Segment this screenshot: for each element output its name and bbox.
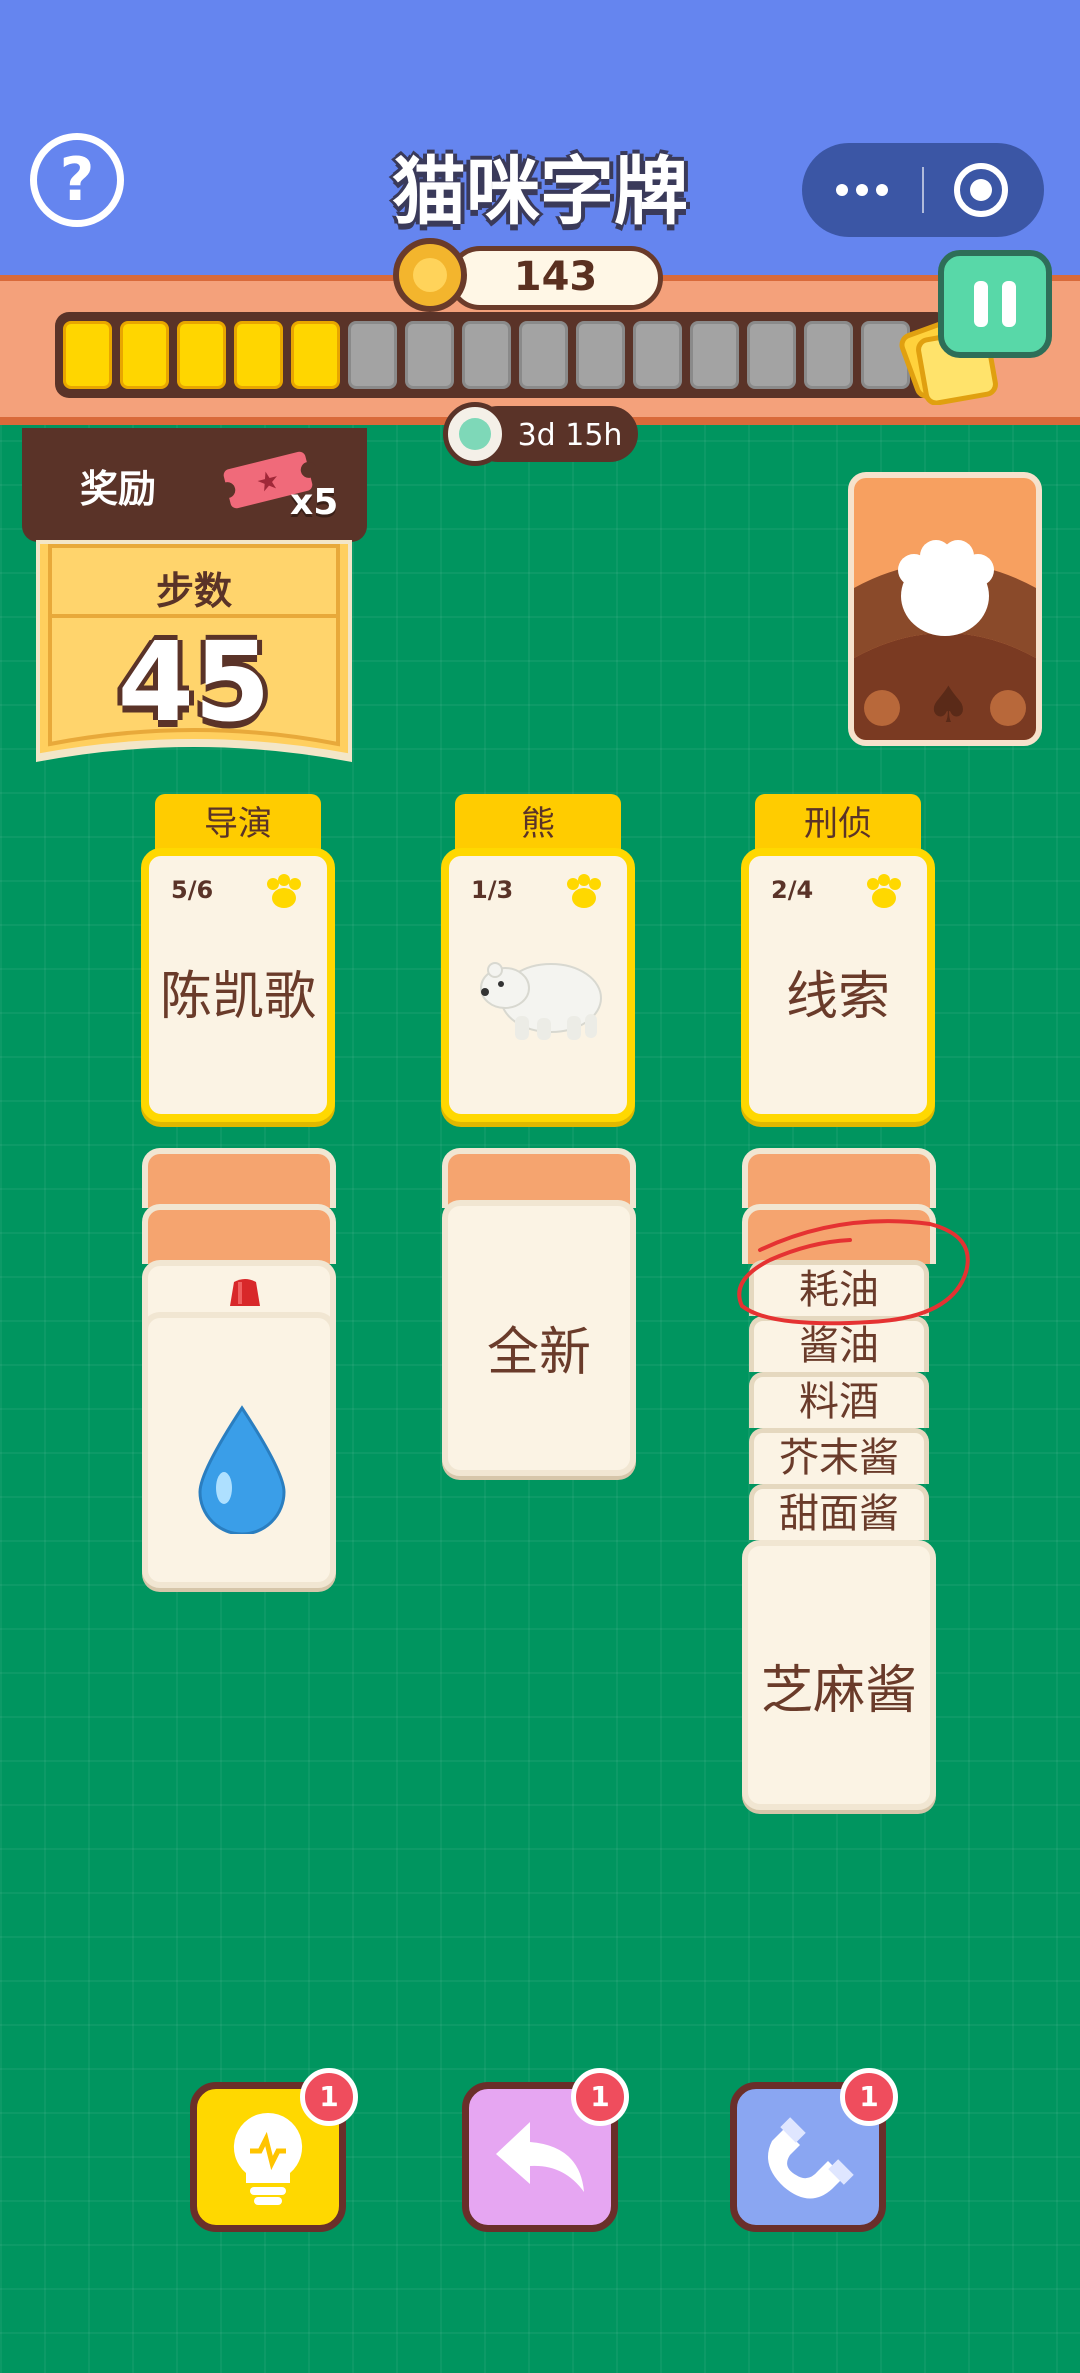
reward-label: 奖励 (80, 467, 157, 511)
stack-card[interactable]: 甜面酱 (749, 1484, 929, 1540)
help-icon: ? (59, 145, 95, 215)
progress-segment (690, 321, 739, 389)
miniapp-capsule (802, 143, 1044, 237)
card-text: 全新 (486, 1323, 591, 1383)
more-options-button[interactable] (802, 143, 922, 237)
card-text: 芝麻酱 (760, 1661, 917, 1721)
steps-label: 步数 (155, 569, 232, 613)
paw-icon (267, 874, 301, 908)
game-title: 猫咪字牌 (392, 149, 688, 235)
close-miniapp-button[interactable] (954, 163, 1008, 217)
face-down-card (142, 1148, 336, 1208)
progress-segment (462, 321, 511, 389)
progress-segment (747, 321, 796, 389)
reward-ticket-count: x5 (290, 482, 339, 523)
paw-icon (867, 874, 901, 908)
hint-count-badge: 1 (300, 2068, 358, 2126)
face-down-card (442, 1148, 636, 1208)
card-back-icon: ♠ (854, 478, 1036, 740)
progress-segment (405, 321, 454, 389)
foundation-category-3: 刑侦 (755, 794, 921, 856)
progress-segment (234, 321, 283, 389)
progress-segment (804, 321, 853, 389)
card-text: 线索 (785, 967, 890, 1027)
capsule-divider (922, 167, 924, 213)
magnet-count-badge: 1 (840, 2068, 898, 2126)
progress-segment (63, 321, 112, 389)
progress-segment (177, 321, 226, 389)
face-down-card (142, 1204, 336, 1264)
event-timer: 3d 15h (517, 418, 623, 453)
progress-segment (348, 321, 397, 389)
collection-progress: 2/4 (771, 876, 814, 904)
tableau-top-card-2[interactable]: 全新 (442, 1200, 636, 1476)
foundation-card-1[interactable]: 5/6 陈凯歌 (141, 848, 335, 1122)
stack-card[interactable]: 芥末酱 (749, 1428, 929, 1484)
card-text: 陈凯歌 (159, 967, 316, 1027)
progress-segment (120, 321, 169, 389)
tableau-top-card-1[interactable] (142, 1312, 336, 1588)
water-drop-icon (198, 1405, 286, 1534)
jelly-icon (230, 1279, 260, 1306)
face-down-card (742, 1148, 936, 1208)
pause-button[interactable] (938, 250, 1052, 358)
undo-arrow-icon (496, 2122, 584, 2192)
undo-count-badge: 1 (571, 2068, 629, 2126)
progress-segment (633, 321, 682, 389)
svg-text:♠: ♠ (926, 676, 971, 734)
steps-remaining: 45 (117, 618, 271, 746)
clock-icon (443, 402, 507, 466)
progress-segment (576, 321, 625, 389)
foundation-card-3[interactable]: 2/4 线索 (741, 848, 935, 1122)
progress-segment (519, 321, 568, 389)
tableau-top-card-3[interactable]: 芝麻酱 (742, 1540, 936, 1810)
coin-count: 143 (513, 254, 598, 300)
target-icon (970, 179, 992, 201)
foundation-category-2: 熊 (455, 794, 621, 856)
collection-progress: 1/3 (471, 876, 514, 904)
magnet-icon (768, 2117, 854, 2199)
draw-pile[interactable]: ♠ (848, 472, 1042, 746)
foundation-card-2[interactable]: 1/3 (441, 848, 635, 1122)
hand-drawn-circle-annotation (737, 1219, 970, 1326)
collection-progress: 5/6 (171, 876, 214, 904)
foundation-category-1: 导演 (155, 794, 321, 856)
level-progress-bar (55, 312, 950, 398)
help-button[interactable]: ? (30, 133, 124, 227)
progress-segment (291, 321, 340, 389)
paw-icon (567, 874, 601, 908)
lightbulb-icon (233, 2112, 303, 2205)
stack-card[interactable]: 料酒 (749, 1372, 929, 1428)
polar-bear-icon (480, 962, 602, 1040)
